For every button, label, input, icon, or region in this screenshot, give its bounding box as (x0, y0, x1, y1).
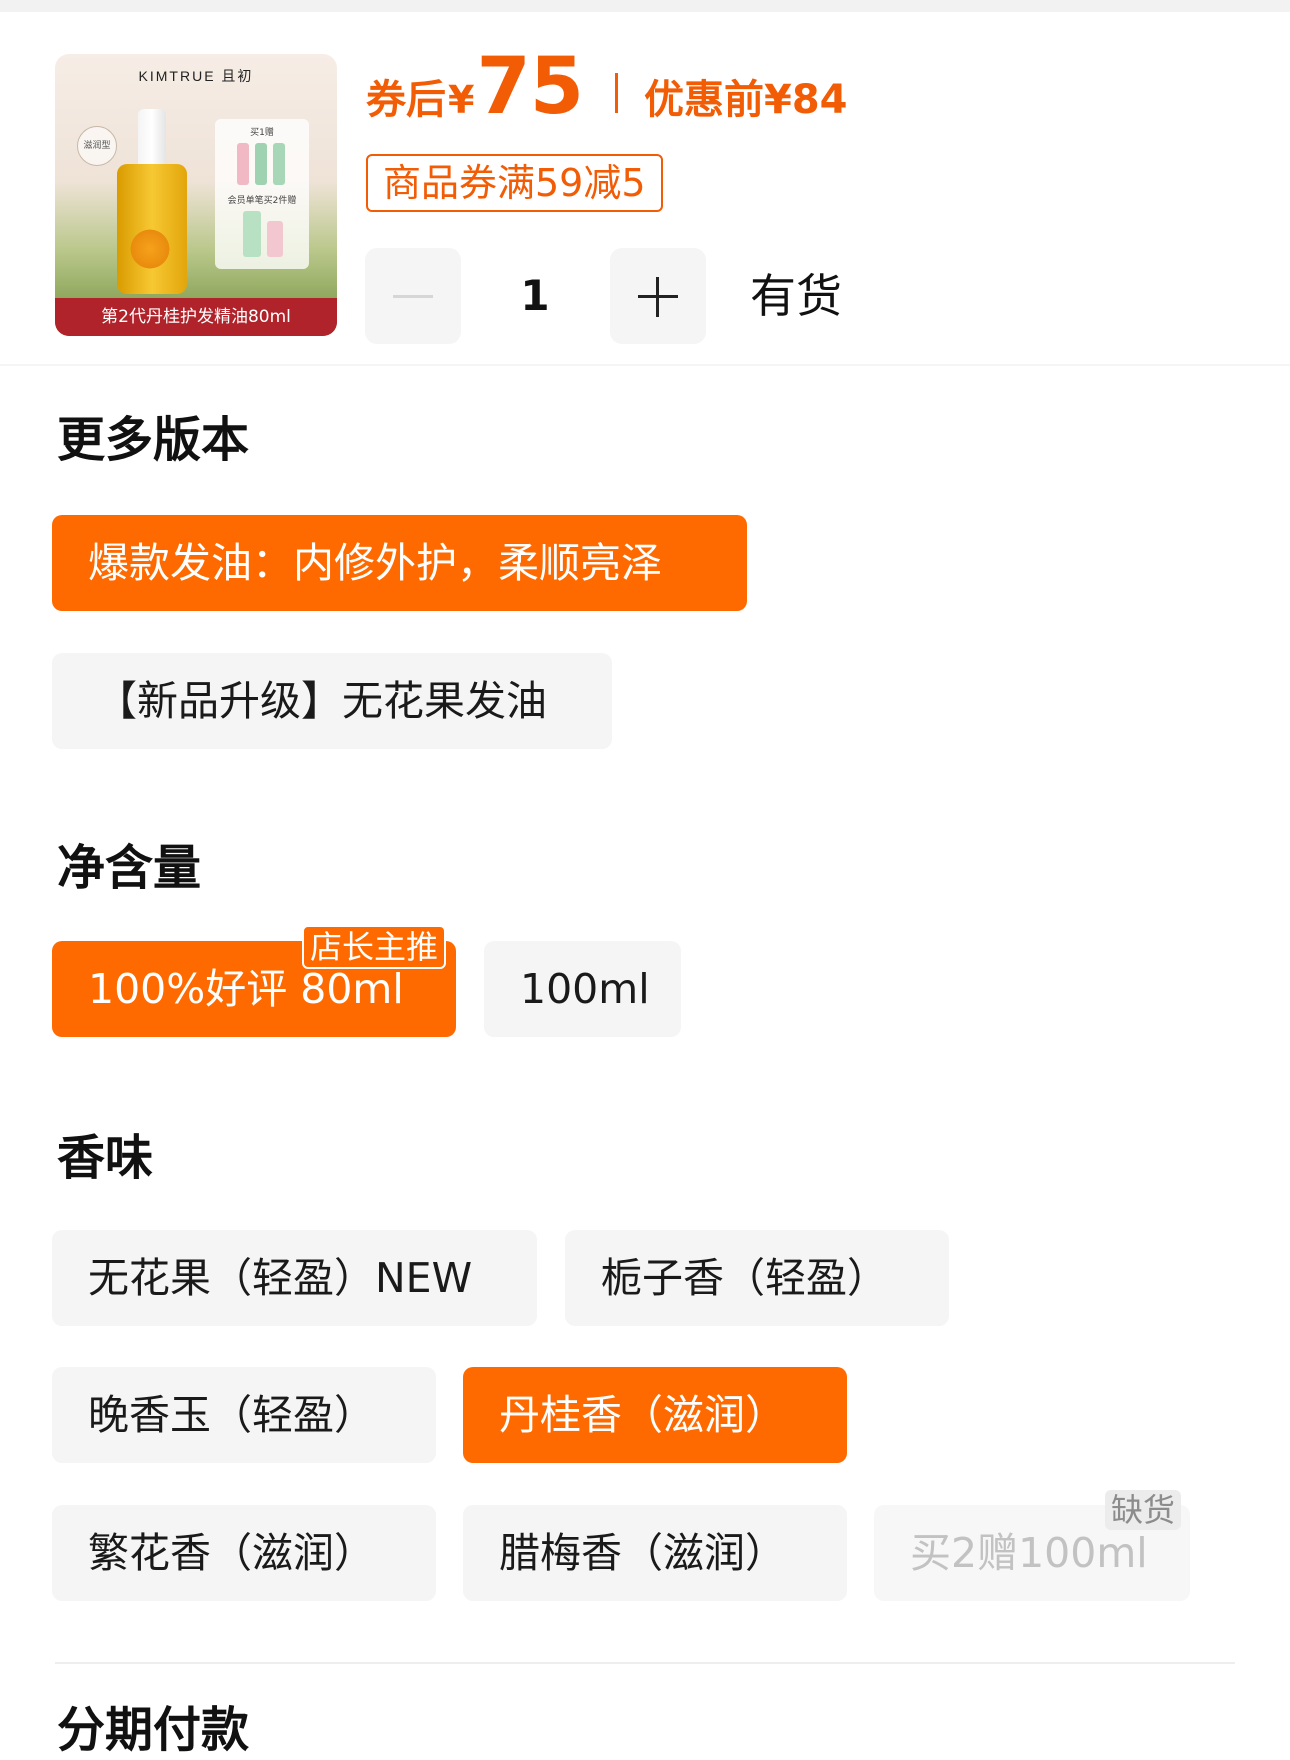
original-price-label: 优惠前 (644, 77, 764, 123)
minus-icon (393, 295, 433, 298)
shop-owner-recommend-badge: 店长主推 (302, 925, 447, 969)
quantity-decrease-button[interactable] (365, 248, 461, 344)
scent-option[interactable]: 晚香玉（轻盈） (52, 1367, 436, 1463)
thumbnail-round-tag: 滋润型 (77, 126, 117, 166)
scent-option[interactable]: 无花果（轻盈）NEW (52, 1230, 537, 1326)
section-title-volume: 净含量 (57, 840, 202, 896)
section-title-scent: 香味 (57, 1130, 154, 1186)
coupon-tag[interactable]: 商品券满59减5 (366, 154, 663, 212)
section-title-installment: 分期付款 (57, 1702, 250, 1758)
stock-status: 有货 (750, 269, 842, 323)
top-strip (0, 0, 1290, 12)
flower-image (125, 229, 175, 269)
price-separator (615, 73, 618, 113)
gift-bottle (243, 211, 261, 257)
gift-mini-bottle (273, 143, 285, 185)
gift-mini-bottle (255, 143, 267, 185)
currency-symbol: ¥ (448, 78, 475, 122)
after-coupon-label: 券后 (366, 77, 446, 123)
scent-option[interactable]: 腊梅香（滋润） (463, 1505, 847, 1601)
section-divider (55, 1662, 1235, 1664)
volume-option[interactable]: 100ml (484, 941, 681, 1037)
gift-panel-top: 买1赠 (250, 128, 274, 138)
gift-panel-mid: 会员单笔买2件赠 (227, 196, 297, 206)
version-option[interactable]: 【新品升级】无花果发油 (52, 653, 612, 749)
product-header: KIMTRUE 且初 滋润型 买1赠 会员单笔买2件赠 第2代丹桂护发精油80m… (0, 12, 1290, 366)
product-thumbnail[interactable]: KIMTRUE 且初 滋润型 买1赠 会员单笔买2件赠 第2代丹桂护发精油80m… (55, 54, 337, 336)
quantity-increase-button[interactable] (610, 248, 706, 344)
after-coupon-price: 75 (476, 42, 584, 132)
gift-mini-bottle (237, 143, 249, 185)
version-option[interactable]: 爆款发油：内修外护，柔顺亮泽 (52, 515, 747, 611)
original-currency-symbol: ¥ (764, 77, 792, 123)
price-row: 券后¥75 优惠前¥84 (366, 42, 848, 132)
scent-option[interactable]: 丹桂香（滋润） (463, 1367, 847, 1463)
gift-panel: 买1赠 会员单笔买2件赠 (215, 119, 309, 269)
original-price: 84 (791, 77, 848, 123)
gift-bottle (267, 221, 283, 257)
thumbnail-brand: KIMTRUE 且初 (138, 68, 254, 84)
scent-option[interactable]: 繁花香（滋润） (52, 1505, 436, 1601)
scent-option[interactable]: 栀子香（轻盈） (565, 1230, 949, 1326)
section-title-version: 更多版本 (57, 412, 250, 468)
thumbnail-caption: 第2代丹桂护发精油80ml (55, 298, 337, 336)
plus-icon (656, 277, 659, 317)
quantity-value[interactable]: 1 (500, 248, 570, 344)
bottle-cap-image (138, 109, 166, 167)
out-of-stock-badge: 缺货 (1105, 1490, 1182, 1530)
